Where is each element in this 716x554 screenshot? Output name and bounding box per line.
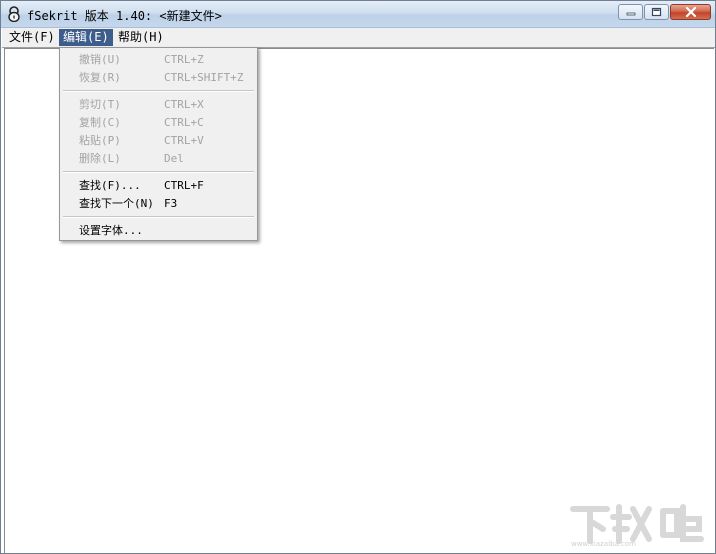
menu-help[interactable]: 帮助(H) [114, 29, 168, 46]
svg-text:www.xiazaiba.com: www.xiazaiba.com [571, 540, 636, 547]
menu-item-find[interactable]: 查找(F)... CTRL+F [60, 177, 257, 195]
minimize-button[interactable] [618, 4, 643, 20]
menu-file[interactable]: 文件(F) [5, 29, 59, 46]
menu-edit[interactable]: 编辑(E) [59, 29, 113, 46]
menu-bar: 文件(F) 编辑(E) 帮助(H) [2, 28, 715, 48]
menu-item-copy[interactable]: 复制(C) CTRL+C [60, 114, 257, 132]
menu-separator [63, 171, 254, 173]
maximize-button[interactable] [644, 4, 669, 20]
title-bar[interactable]: fSekrit 版本 1.40: <新建文件> [1, 1, 715, 28]
menu-item-delete[interactable]: 删除(L) Del [60, 150, 257, 168]
app-lock-icon [8, 6, 20, 22]
menu-item-redo[interactable]: 恢复(R) CTRL+SHIFT+Z [60, 69, 257, 87]
menu-separator [63, 90, 254, 92]
menu-item-undo[interactable]: 撤销(U) CTRL+Z [60, 51, 257, 69]
app-window: fSekrit 版本 1.40: <新建文件> 文件(F) 编辑(E) 帮助(H… [0, 0, 716, 554]
window-title: fSekrit 版本 1.40: <新建文件> [27, 9, 222, 23]
menu-item-set-font[interactable]: 设置字体... [60, 222, 257, 240]
menu-item-find-next[interactable]: 查找下一个(N) F3 [60, 195, 257, 213]
menu-separator [63, 216, 254, 218]
menu-item-cut[interactable]: 剪切(T) CTRL+X [60, 96, 257, 114]
close-icon [685, 7, 696, 17]
menu-item-paste[interactable]: 粘贴(P) CTRL+V [60, 132, 257, 150]
watermark-logo: www.xiazaiba.com [570, 504, 704, 547]
close-button[interactable] [670, 4, 711, 20]
minimize-icon [626, 12, 635, 16]
edit-dropdown-menu: 撤销(U) CTRL+Z 恢复(R) CTRL+SHIFT+Z 剪切(T) CT… [59, 47, 258, 241]
maximize-icon [651, 7, 662, 17]
